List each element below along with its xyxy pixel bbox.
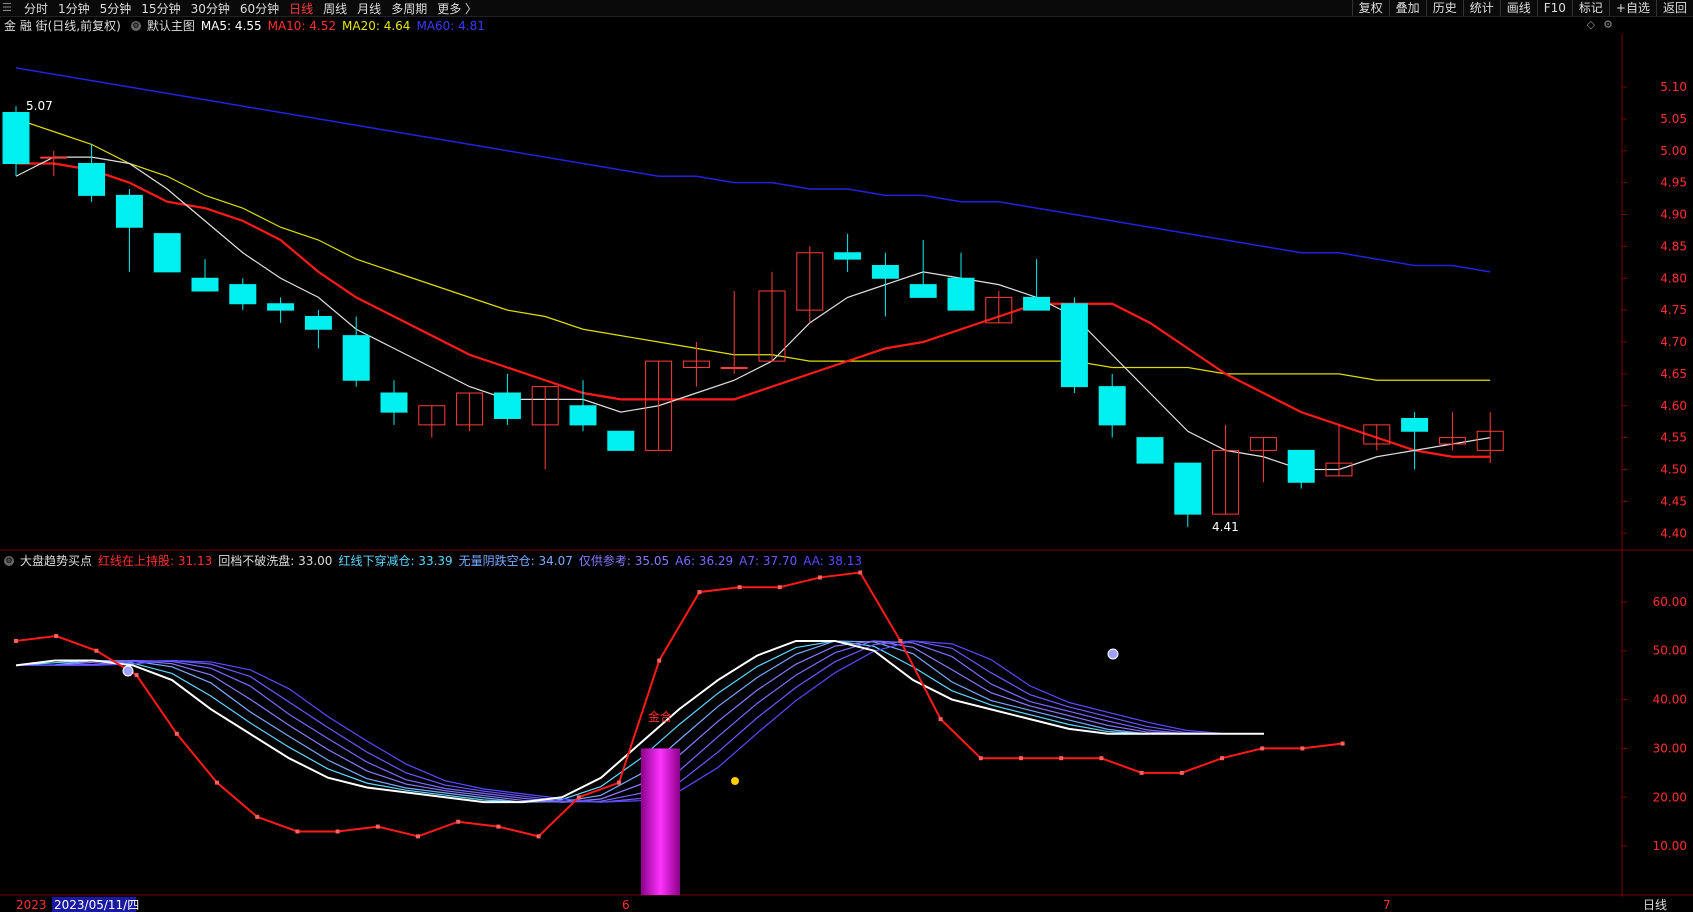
candle-body — [1136, 437, 1164, 464]
candle-body — [1060, 303, 1088, 388]
candle-body — [2, 112, 30, 164]
date-cursor: 2023/05/11/四 — [54, 898, 139, 912]
candle-body — [153, 233, 181, 273]
red-point — [1019, 756, 1023, 761]
red-point — [1059, 756, 1064, 761]
candle-body — [1401, 418, 1429, 432]
red-point — [978, 756, 983, 761]
main-tick-label: 4.80 — [1660, 271, 1687, 285]
candle-body — [1023, 296, 1051, 311]
signal-bar — [641, 748, 680, 895]
candle-body — [947, 277, 975, 311]
main-tick-label: 4.45 — [1660, 494, 1687, 508]
main-tick-label: 4.75 — [1660, 303, 1687, 317]
golden-marker — [731, 777, 739, 785]
red-point — [215, 780, 219, 785]
main-tick-label: 4.50 — [1660, 463, 1687, 477]
red-point — [1300, 746, 1305, 751]
main-tick-label: 4.40 — [1660, 526, 1687, 540]
candle-body — [191, 277, 219, 292]
candle-body — [78, 163, 106, 196]
red-point — [898, 638, 903, 643]
ma60-line — [15, 67, 1491, 273]
red-point — [134, 673, 139, 678]
red-point — [496, 824, 501, 829]
red-point — [295, 829, 300, 834]
signal-label: 金合 — [648, 709, 672, 724]
sub-tick-label: 40.00 — [1653, 693, 1687, 707]
period-label: 日线 — [1643, 898, 1667, 912]
candle-body — [1098, 386, 1126, 426]
red-point — [456, 819, 461, 824]
red-point — [375, 824, 380, 829]
main-tick-label: 4.85 — [1660, 239, 1687, 253]
red-point — [818, 575, 822, 580]
red-point — [1220, 756, 1224, 761]
candle-body — [1174, 462, 1202, 515]
cross-marker — [122, 665, 134, 677]
red-point — [14, 638, 18, 643]
red-point — [94, 648, 99, 653]
red-point — [858, 570, 863, 575]
ma10-line — [16, 162, 1491, 458]
red-point — [174, 731, 179, 736]
candle-body — [229, 284, 257, 305]
main-tick-label: 4.90 — [1660, 208, 1687, 222]
candle-body — [569, 405, 597, 426]
main-tick-label: 4.60 — [1660, 399, 1687, 413]
ma20-line — [15, 118, 1491, 381]
sub-tick-label: 10.00 — [1653, 839, 1687, 853]
red-point — [1179, 770, 1184, 775]
high-label: 5.07 — [26, 99, 53, 113]
month-6: 6 — [622, 898, 630, 912]
candle-body — [1287, 449, 1315, 483]
red-point — [737, 585, 742, 590]
low-label: 4.41 — [1212, 520, 1239, 534]
main-tick-label: 4.55 — [1660, 431, 1687, 445]
red-point — [938, 717, 943, 722]
red-point — [697, 590, 702, 595]
sub-tick-label: 30.00 — [1653, 741, 1687, 755]
ma5-line — [15, 156, 1491, 471]
red-point — [1139, 770, 1144, 775]
sub-tick-label: 50.00 — [1653, 644, 1687, 658]
sub-tick-label: 60.00 — [1653, 595, 1687, 609]
red-point — [1099, 756, 1104, 761]
candle-body — [304, 316, 332, 330]
red-point — [536, 834, 541, 839]
red-point — [777, 585, 782, 590]
candle-body — [909, 284, 937, 298]
main-tick-label: 4.95 — [1660, 176, 1687, 190]
main-tick-label: 4.65 — [1660, 367, 1687, 381]
candle-body — [40, 156, 68, 159]
red-point — [617, 780, 621, 785]
red-point — [54, 634, 59, 639]
month-7: 7 — [1383, 898, 1391, 912]
red-point — [1340, 741, 1345, 746]
kline-chart[interactable]: 5.10 5.05 5.00 4.95 4.90 4.85 4.80 4.75 4.70 4.65… — [0, 0, 1693, 912]
candle-body — [834, 252, 862, 260]
red-point — [255, 814, 260, 819]
main-tick-label: 5.10 — [1660, 80, 1687, 94]
red-point — [1260, 746, 1265, 751]
main-tick-label: 5.00 — [1660, 144, 1687, 158]
cross-marker — [1107, 648, 1119, 660]
candle-body — [720, 367, 748, 369]
candle-body — [267, 303, 295, 311]
candle-body — [871, 265, 899, 279]
date-start: 2023 — [16, 898, 47, 912]
candle-body — [607, 430, 635, 451]
candle-body — [342, 335, 370, 381]
candle-body — [493, 392, 521, 419]
main-tick-label: 4.70 — [1660, 335, 1687, 349]
candle-body — [380, 392, 408, 413]
main-tick-label: 5.05 — [1660, 112, 1687, 126]
red-point — [657, 658, 662, 663]
red-point — [576, 795, 581, 800]
sub-tick-label: 20.00 — [1653, 790, 1687, 804]
candle-body — [115, 194, 143, 228]
red-point — [416, 834, 420, 839]
red-point — [335, 829, 340, 834]
